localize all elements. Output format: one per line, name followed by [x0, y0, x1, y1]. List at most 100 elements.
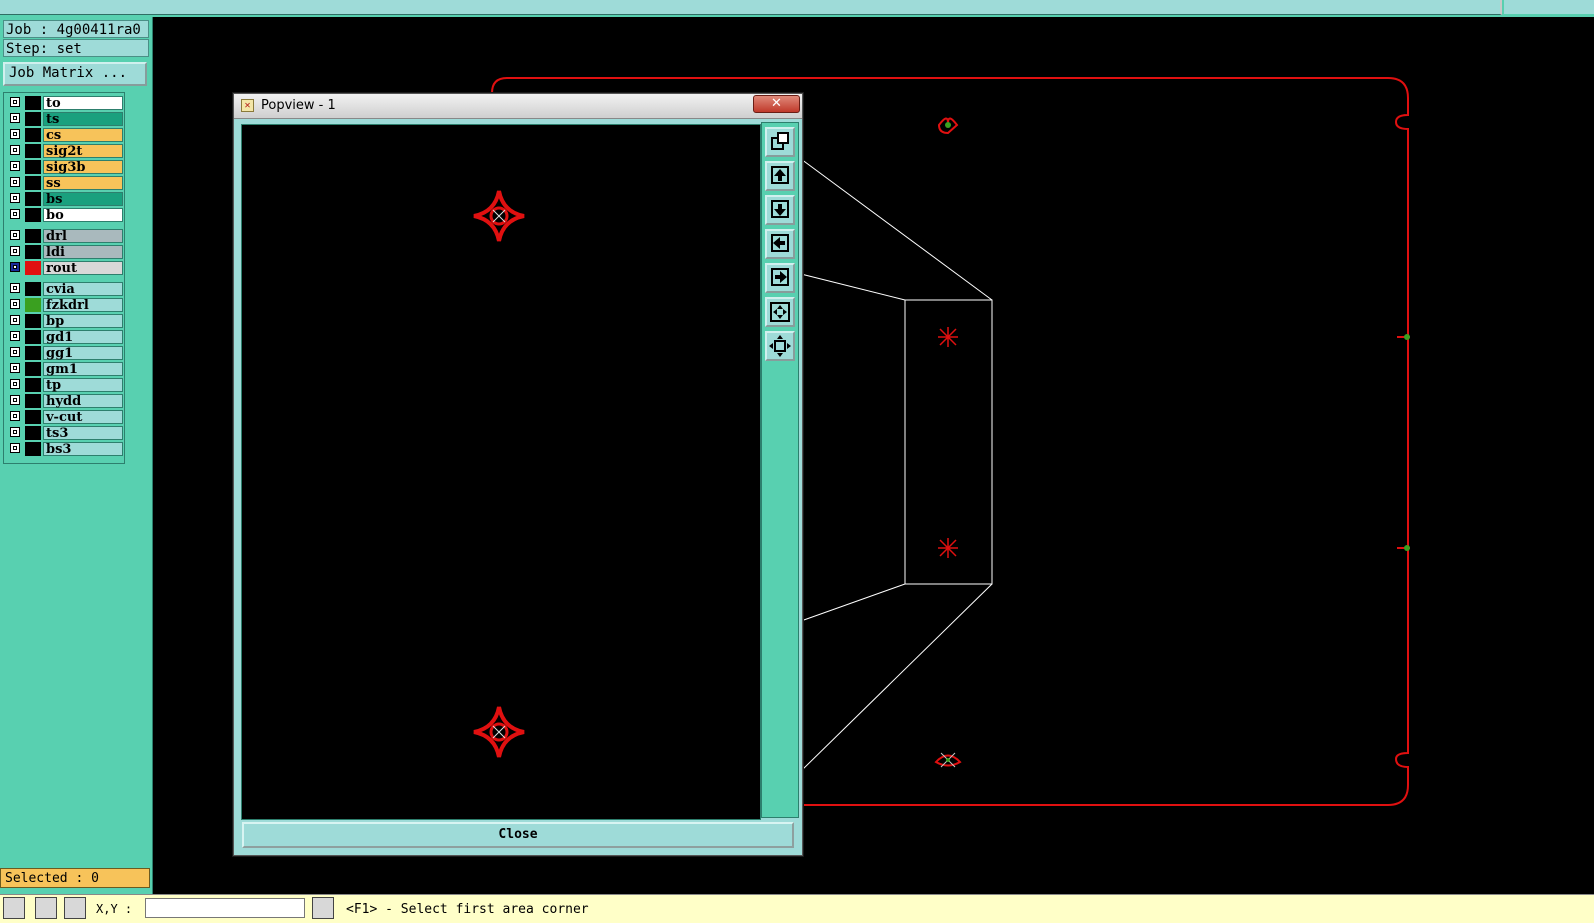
- layer-row[interactable]: cvia: [7, 282, 123, 296]
- layer-color-swatch[interactable]: [25, 346, 41, 360]
- layer-color-swatch[interactable]: [25, 330, 41, 344]
- layer-row[interactable]: drl: [7, 229, 123, 243]
- layer-checkbox[interactable]: [10, 363, 20, 373]
- layer-row[interactable]: cs: [7, 128, 123, 142]
- layer-row[interactable]: ts3: [7, 426, 123, 440]
- popview-canvas[interactable]: [239, 122, 763, 822]
- layer-color-swatch[interactable]: [25, 426, 41, 440]
- layer-row[interactable]: bs: [7, 192, 123, 206]
- layer-checkbox[interactable]: [10, 161, 20, 171]
- layer-checkbox[interactable]: [10, 379, 20, 389]
- layer-name[interactable]: bs: [43, 192, 123, 206]
- layer-name[interactable]: hydd: [43, 394, 123, 408]
- close-icon[interactable]: ✕: [753, 95, 800, 113]
- layer-checkbox[interactable]: [10, 411, 20, 421]
- layer-row[interactable]: ts: [7, 112, 123, 126]
- layer-checkbox[interactable]: [10, 395, 20, 405]
- layer-name[interactable]: gd1: [43, 330, 123, 344]
- layer-row[interactable]: tp: [7, 378, 123, 392]
- layer-color-swatch[interactable]: [25, 176, 41, 190]
- layer-row[interactable]: gm1: [7, 362, 123, 376]
- pan-down-icon[interactable]: [765, 195, 795, 225]
- layer-checkbox[interactable]: [10, 427, 20, 437]
- layer-color-swatch[interactable]: [25, 261, 41, 275]
- layer-color-swatch[interactable]: [25, 229, 41, 243]
- layer-checkbox[interactable]: [10, 262, 20, 272]
- layer-name[interactable]: sig3b: [43, 160, 123, 174]
- layer-checkbox[interactable]: [10, 299, 20, 309]
- layer-checkbox[interactable]: [10, 230, 20, 240]
- layer-checkbox[interactable]: [10, 283, 20, 293]
- layer-name[interactable]: ldi: [43, 245, 123, 259]
- layer-row[interactable]: sig2t: [7, 144, 123, 158]
- layer-name[interactable]: tp: [43, 378, 123, 392]
- snap-icon[interactable]: [64, 897, 86, 919]
- layer-name[interactable]: gg1: [43, 346, 123, 360]
- layer-checkbox[interactable]: [10, 246, 20, 256]
- layer-checkbox[interactable]: [10, 209, 20, 219]
- pan-left-icon[interactable]: [765, 229, 795, 259]
- layer-checkbox[interactable]: [10, 315, 20, 325]
- layer-name[interactable]: ss: [43, 176, 123, 190]
- layer-row[interactable]: gg1: [7, 346, 123, 360]
- coordinate-input[interactable]: [145, 898, 305, 918]
- layer-color-swatch[interactable]: [25, 362, 41, 376]
- layer-row[interactable]: gd1: [7, 330, 123, 344]
- layer-color-swatch[interactable]: [25, 314, 41, 328]
- zoom-home-icon[interactable]: [765, 331, 795, 361]
- layer-name[interactable]: ts: [43, 112, 123, 126]
- layer-row[interactable]: sig3b: [7, 160, 123, 174]
- layer-name[interactable]: fzkdrl: [43, 298, 123, 312]
- layer-checkbox[interactable]: [10, 193, 20, 203]
- layer-color-swatch[interactable]: [25, 144, 41, 158]
- layer-row[interactable]: bo: [7, 208, 123, 222]
- layer-name[interactable]: drl: [43, 229, 123, 243]
- layer-row[interactable]: fzkdrl: [7, 298, 123, 312]
- layer-color-swatch[interactable]: [25, 298, 41, 312]
- layer-color-swatch[interactable]: [25, 208, 41, 222]
- layer-color-swatch[interactable]: [25, 410, 41, 424]
- layer-row[interactable]: bs3: [7, 442, 123, 456]
- layer-name[interactable]: rout: [43, 261, 123, 275]
- layer-color-swatch[interactable]: [25, 282, 41, 296]
- layer-color-swatch[interactable]: [25, 160, 41, 174]
- layer-checkbox[interactable]: [10, 331, 20, 341]
- layer-row[interactable]: rout: [7, 261, 123, 275]
- layer-color-swatch[interactable]: [25, 128, 41, 142]
- layer-row[interactable]: hydd: [7, 394, 123, 408]
- select-icon[interactable]: [3, 897, 25, 919]
- layer-color-swatch[interactable]: [25, 378, 41, 392]
- layer-name[interactable]: v-cut: [43, 410, 123, 424]
- pan-right-icon[interactable]: [765, 263, 795, 293]
- grid-icon[interactable]: [312, 897, 334, 919]
- zoom-window-icon[interactable]: [765, 127, 795, 157]
- layer-row[interactable]: ldi: [7, 245, 123, 259]
- layer-name[interactable]: bs3: [43, 442, 123, 456]
- layer-row[interactable]: bp: [7, 314, 123, 328]
- popview-close-button[interactable]: Close: [242, 822, 794, 848]
- layer-checkbox[interactable]: [10, 97, 20, 107]
- layer-checkbox[interactable]: [10, 145, 20, 155]
- layer-name[interactable]: ts3: [43, 426, 123, 440]
- measure-icon[interactable]: [35, 897, 57, 919]
- layer-row[interactable]: to: [7, 96, 123, 110]
- layer-color-swatch[interactable]: [25, 192, 41, 206]
- layer-checkbox[interactable]: [10, 113, 20, 123]
- layer-checkbox[interactable]: [10, 129, 20, 139]
- layer-name[interactable]: bp: [43, 314, 123, 328]
- layer-name[interactable]: sig2t: [43, 144, 123, 158]
- layer-row[interactable]: v-cut: [7, 410, 123, 424]
- layer-checkbox[interactable]: [10, 443, 20, 453]
- layer-checkbox[interactable]: [10, 177, 20, 187]
- layer-color-swatch[interactable]: [25, 245, 41, 259]
- layer-name[interactable]: to: [43, 96, 123, 110]
- pan-up-icon[interactable]: [765, 161, 795, 191]
- popview-titlebar[interactable]: ✕ Popview - 1 ✕: [234, 94, 802, 119]
- layer-name[interactable]: cs: [43, 128, 123, 142]
- layer-name[interactable]: gm1: [43, 362, 123, 376]
- job-matrix-button[interactable]: Job Matrix ...: [3, 62, 147, 86]
- layer-row[interactable]: ss: [7, 176, 123, 190]
- layer-checkbox[interactable]: [10, 347, 20, 357]
- layer-color-swatch[interactable]: [25, 394, 41, 408]
- layer-color-swatch[interactable]: [25, 112, 41, 126]
